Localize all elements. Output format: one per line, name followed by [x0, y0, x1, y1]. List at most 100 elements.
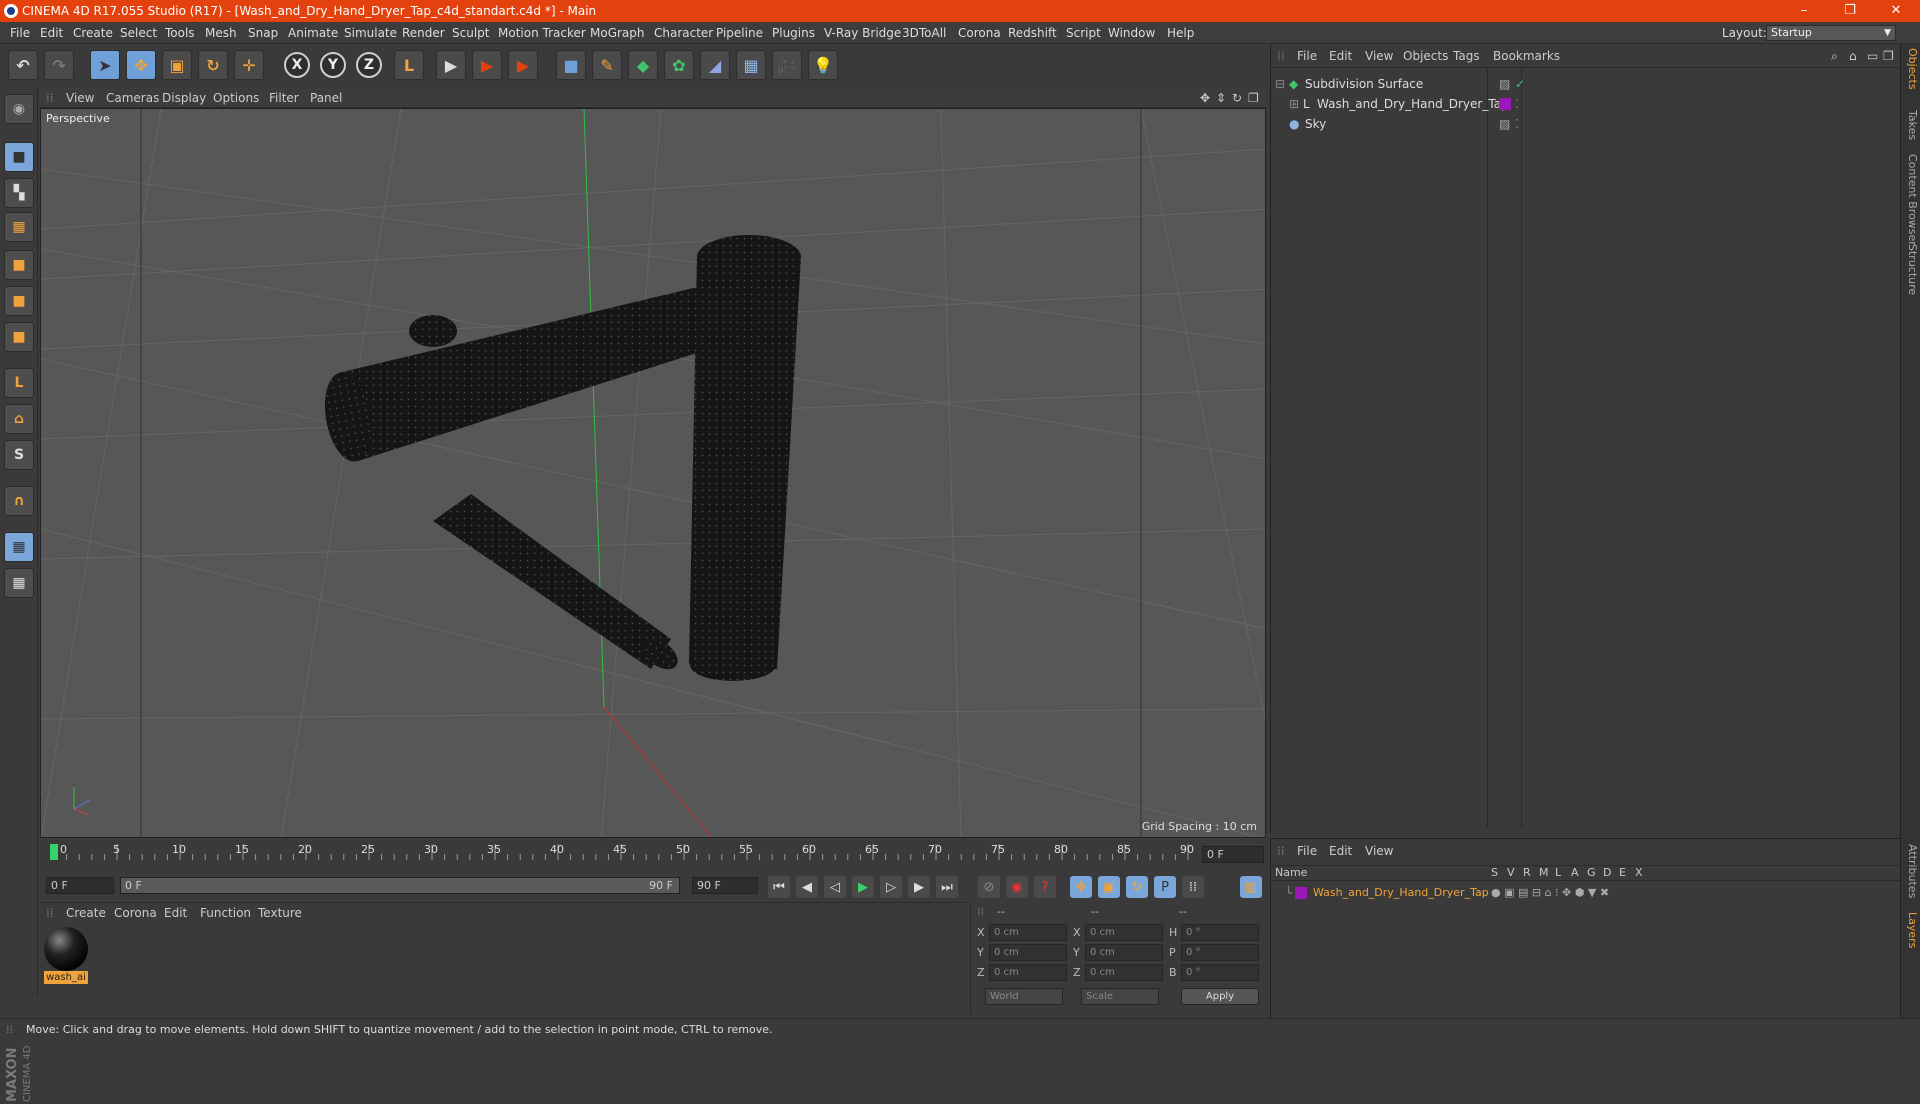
obj-menu-objects[interactable]: Objects	[1403, 44, 1448, 68]
play-button[interactable]: ▶	[852, 876, 874, 898]
search-icon[interactable]: ⌕	[1831, 44, 1838, 68]
menu-pipeline[interactable]: Pipeline	[716, 22, 763, 44]
viewport-move-icon[interactable]: ✥	[1200, 88, 1210, 108]
menu-sculpt[interactable]: Sculpt	[452, 22, 489, 44]
menu-3dtoall[interactable]: 3DToAll	[902, 22, 946, 44]
pen-spline-button[interactable]: ✎	[592, 50, 622, 80]
next-frame-button[interactable]: ▷	[880, 876, 902, 898]
end-frame-field[interactable]: 90 F	[692, 877, 758, 894]
axis-mode-button[interactable]: L	[4, 368, 34, 398]
menu-tools[interactable]: Tools	[165, 22, 195, 44]
enabled-check-icon[interactable]: ✓	[1515, 74, 1525, 94]
menu-mograph[interactable]: MoGraph	[590, 22, 645, 44]
pos-z-field[interactable]: 0 cm	[989, 964, 1067, 981]
pos-y-field[interactable]: 0 cm	[989, 944, 1067, 961]
layer-menu-edit[interactable]: Edit	[1329, 839, 1352, 863]
size-y-field[interactable]: 0 cm	[1085, 944, 1163, 961]
menu-render[interactable]: Render	[402, 22, 445, 44]
rot-h-field[interactable]: 0 °	[1181, 924, 1259, 941]
solo-button[interactable]: S	[4, 440, 34, 470]
workplane-mode-button[interactable]: ▦	[4, 212, 34, 242]
previous-key-button[interactable]: ◀	[796, 876, 818, 898]
next-key-button[interactable]: ▶	[908, 876, 930, 898]
render-picture-viewer-button[interactable]: ▶	[472, 50, 502, 80]
material-swatch[interactable]: wash_ai	[44, 927, 88, 985]
viewport-menu-view[interactable]: View	[66, 88, 94, 108]
lock-workplane-button[interactable]: ▦	[4, 532, 34, 562]
size-mode-select[interactable]: Scale	[1081, 988, 1159, 1005]
key-scale-button[interactable]: ▣	[1098, 876, 1120, 898]
menu-simulate[interactable]: Simulate	[344, 22, 397, 44]
menu-character[interactable]: Character	[654, 22, 713, 44]
coordinate-space-select[interactable]: World	[985, 988, 1063, 1005]
viewport-menu-filter[interactable]: Filter	[269, 88, 299, 108]
expand-icon[interactable]: ⊞	[1289, 94, 1299, 114]
menu-create[interactable]: Create	[73, 22, 113, 44]
live-selection-button[interactable]: ➤	[90, 50, 120, 80]
material-menu-function[interactable]: Function	[200, 903, 251, 923]
planar-workplane-button[interactable]: ▦	[4, 568, 34, 598]
menu-file[interactable]: File	[10, 22, 30, 44]
menu-animate[interactable]: Animate	[288, 22, 338, 44]
deformer-button[interactable]: ◢	[700, 50, 730, 80]
layer-flags-icons[interactable]: ● ▣ ▤ ⊟ ⌂ ⁝ ✥ ⬢ ▼ ✖	[1491, 883, 1609, 903]
visibility-toggle-icon[interactable]: ▨	[1499, 74, 1510, 94]
key-parameter-button[interactable]: P	[1154, 876, 1176, 898]
obj-menu-tags[interactable]: Tags	[1453, 44, 1480, 68]
go-to-end-button[interactable]: ⏭	[936, 876, 958, 898]
viewport-menu-options[interactable]: Options	[213, 88, 259, 108]
viewport-rotate-icon[interactable]: ↻	[1232, 88, 1242, 108]
redo-button[interactable]: ↷	[44, 50, 74, 80]
side-tab-content-browser[interactable]: Content Browser	[1903, 154, 1919, 246]
menu-script[interactable]: Script	[1066, 22, 1101, 44]
obj-menu-view[interactable]: View	[1365, 44, 1393, 68]
model-mode-button[interactable]: ■	[4, 142, 34, 172]
material-menu-texture[interactable]: Texture	[258, 903, 302, 923]
viewport-zoom-icon[interactable]: ⇕	[1216, 88, 1226, 108]
undo-button[interactable]: ↶	[8, 50, 38, 80]
timeline-playhead[interactable]	[50, 844, 58, 860]
previous-frame-button[interactable]: ◁	[824, 876, 846, 898]
move-tool-button[interactable]: ✥	[126, 50, 156, 80]
menu-mesh[interactable]: Mesh	[205, 22, 237, 44]
cube-button[interactable]: ■	[556, 50, 586, 80]
apply-button[interactable]: Apply	[1181, 988, 1259, 1005]
points-mode-button[interactable]: ■	[4, 250, 34, 280]
key-pla-button[interactable]: ⁞⁞	[1182, 876, 1204, 898]
material-menu-edit[interactable]: Edit	[164, 903, 187, 923]
menu-motion-tracker[interactable]: Motion Tracker	[498, 22, 586, 44]
current-frame-field[interactable]: 0 F	[1202, 846, 1264, 863]
menu-select[interactable]: Select	[120, 22, 157, 44]
autokey-button[interactable]: ?	[1034, 876, 1056, 898]
make-editable-button[interactable]: ◉	[4, 94, 34, 124]
frame-range-slider[interactable]: 0 F 90 F	[120, 877, 680, 894]
side-tab-objects[interactable]: Objects	[1903, 48, 1919, 90]
tweak-mode-button[interactable]: ⌂	[4, 404, 34, 434]
coordinate-system-button[interactable]: L	[394, 50, 424, 80]
layer-menu-file[interactable]: File	[1297, 839, 1317, 863]
menu-edit[interactable]: Edit	[40, 22, 63, 44]
visibility-dots-icon[interactable]: ⁚	[1515, 114, 1519, 134]
layer-row[interactable]: └ Wash_and_Dry_Hand_Dryer_Tap ● ▣ ▤ ⊟ ⌂ …	[1275, 883, 1895, 903]
minimize-panel-icon[interactable]: ▭	[1867, 44, 1878, 68]
snap-button[interactable]: ∩	[4, 486, 34, 516]
size-x-field[interactable]: 0 cm	[1085, 924, 1163, 941]
layer-color-swatch[interactable]	[1499, 98, 1511, 110]
key-rotation-button[interactable]: ↻	[1126, 876, 1148, 898]
side-tab-takes[interactable]: Takes	[1903, 110, 1919, 140]
render-settings-button[interactable]: ▶	[508, 50, 538, 80]
polygons-mode-button[interactable]: ■	[4, 322, 34, 352]
texture-mode-button[interactable]: ▚	[4, 178, 34, 208]
timeline-window-button[interactable]: ▥	[1240, 876, 1262, 898]
viewport-menu-panel[interactable]: Panel	[310, 88, 342, 108]
record-keys-button[interactable]: ⊘	[978, 876, 1000, 898]
y-axis-lock-button[interactable]: Y	[320, 52, 346, 78]
collapse-icon[interactable]: ⊟	[1275, 74, 1285, 94]
subdivision-surface-button[interactable]: ◆	[628, 50, 658, 80]
scale-tool-button[interactable]: ▣	[162, 50, 192, 80]
viewport-menu-display[interactable]: Display	[162, 88, 206, 108]
layout-select[interactable]: Startup ▼	[1766, 25, 1896, 41]
object-row-sky[interactable]: ● Sky ▨ ⁚	[1275, 114, 1895, 134]
mograph-cloner-button[interactable]: ✿	[664, 50, 694, 80]
obj-menu-file[interactable]: File	[1297, 44, 1317, 68]
